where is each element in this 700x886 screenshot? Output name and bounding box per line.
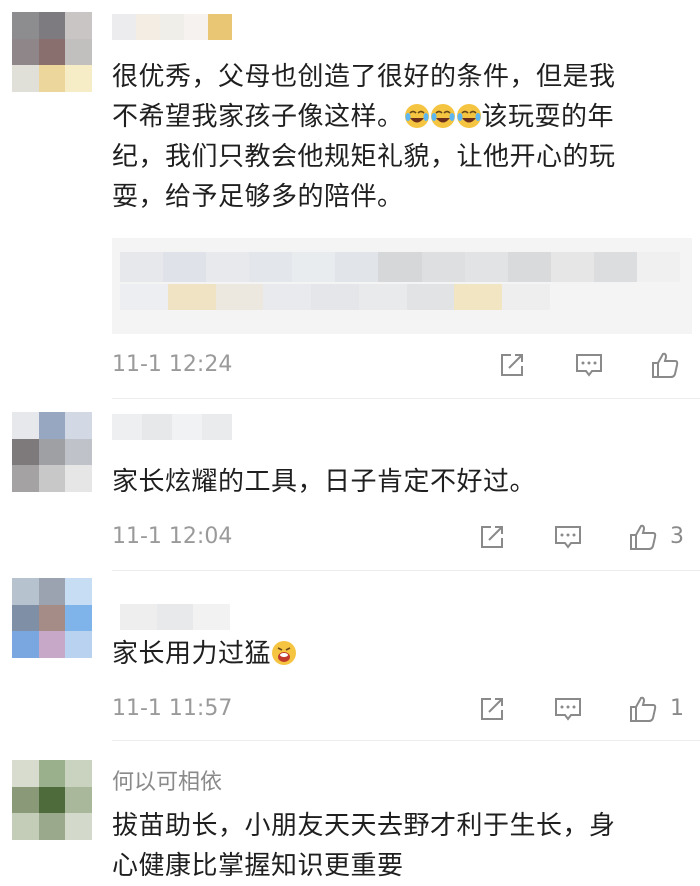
- thumbs-up-icon[interactable]: [628, 522, 658, 552]
- comment-text: 家长用力过猛: [112, 634, 692, 674]
- like-count: 3: [670, 524, 684, 549]
- avatar[interactable]: [12, 760, 92, 840]
- quoted-post-redacted[interactable]: [112, 238, 692, 334]
- avatar[interactable]: [12, 578, 92, 658]
- comment-text: 家长炫耀的工具，日子肯定不好过。: [112, 467, 537, 497]
- avatar[interactable]: [12, 12, 92, 92]
- thumbs-up-icon[interactable]: [650, 350, 680, 380]
- divider: [112, 740, 700, 741]
- timestamp: 11-1 11:57: [112, 696, 233, 721]
- watermark-small: 洲无忧: [626, 841, 659, 854]
- share-icon[interactable]: [497, 350, 527, 380]
- comment-icon[interactable]: [574, 350, 604, 380]
- watermark-url: AUSTRALIA51.COM: [594, 859, 697, 870]
- username-redacted[interactable]: [112, 14, 232, 40]
- comment-icon[interactable]: [553, 694, 583, 724]
- username-redacted[interactable]: [120, 604, 231, 630]
- watermark-logo: 澳 洲无忧 AUSTRALIA51.COM: [594, 785, 697, 875]
- comment-icon[interactable]: [553, 522, 583, 552]
- avatar[interactable]: [12, 412, 92, 492]
- username[interactable]: 何以可相依: [112, 764, 222, 796]
- laugh-cry-emoji: [404, 101, 430, 128]
- redacted-line: [120, 252, 681, 282]
- divider: [112, 398, 700, 399]
- username-redacted[interactable]: [112, 414, 232, 440]
- divider: [112, 570, 700, 571]
- shouting-emoji: [271, 638, 297, 665]
- like-count: 1: [670, 696, 684, 721]
- redacted-line: [120, 284, 551, 310]
- comment-text: 很优秀，父母也创造了很好的条件，但是我 不希望我家孩子像这样。 该玩耍的年 纪，我…: [112, 62, 616, 212]
- thumbs-up-icon[interactable]: [628, 694, 658, 724]
- timestamp: 11-1 12:04: [112, 524, 233, 549]
- laugh-cry-emoji: [430, 101, 456, 128]
- share-icon[interactable]: [477, 694, 507, 724]
- share-icon[interactable]: [477, 522, 507, 552]
- timestamp: 11-1 12:24: [112, 352, 233, 377]
- laugh-cry-emoji: [456, 101, 482, 128]
